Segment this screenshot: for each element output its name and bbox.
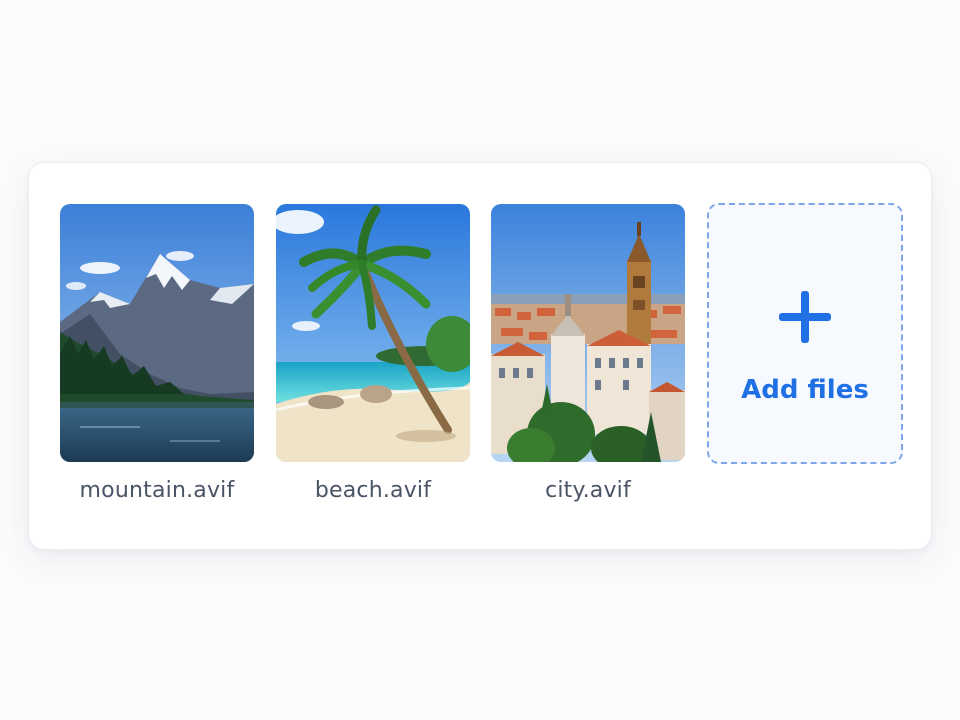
file-tile-mountain[interactable]: mountain.avif [60,204,254,503]
file-upload-panel: mountain.avif beach.avif city.avif Add f… [28,162,932,550]
file-tile-beach[interactable]: beach.avif [276,204,470,503]
add-files-label: Add files [741,375,869,405]
mountain-thumbnail [60,204,254,462]
file-name: city.avif [545,478,631,503]
file-name: mountain.avif [79,478,235,503]
beach-thumbnail [276,204,470,462]
add-files-button[interactable]: Add files [707,203,903,464]
city-thumbnail [491,204,685,462]
file-tile-city[interactable]: city.avif [491,204,685,503]
file-name: beach.avif [314,478,432,503]
plus-icon [779,291,831,343]
